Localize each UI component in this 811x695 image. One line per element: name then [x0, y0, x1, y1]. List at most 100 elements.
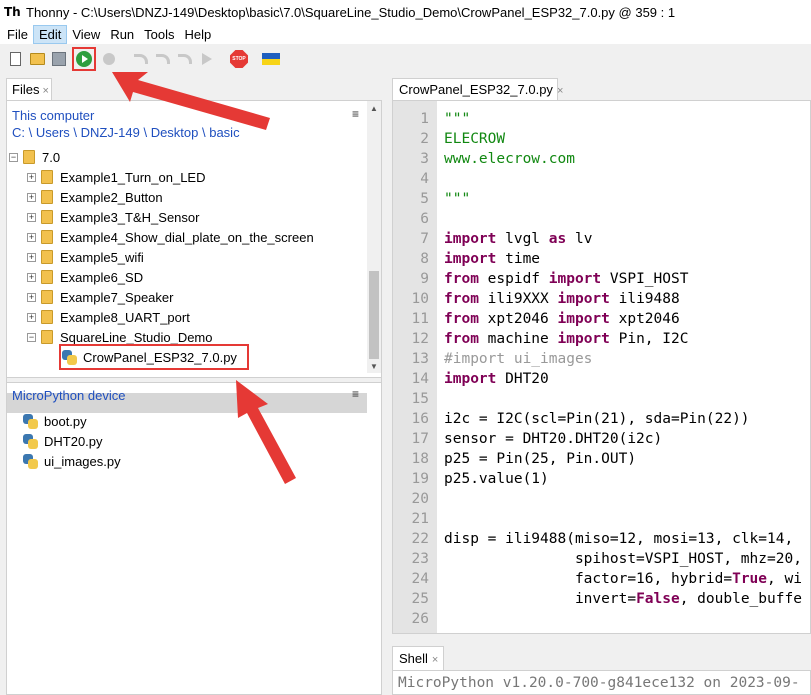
resume-icon[interactable] — [198, 50, 216, 68]
folder-icon — [23, 150, 35, 164]
code-line[interactable]: from ili9XXX import ili9488 — [444, 289, 680, 309]
tree-item[interactable]: + Example2_Button — [27, 187, 163, 207]
menu-file[interactable]: File — [2, 26, 33, 43]
tab-files-label: Files — [12, 82, 40, 97]
line-number: 16 — [411, 411, 429, 427]
code-line[interactable]: """ — [444, 189, 470, 209]
tab-shell[interactable]: Shell × — [392, 646, 444, 670]
toolbar: STOP — [0, 44, 811, 74]
line-number: 22 — [411, 531, 429, 547]
collapse-icon[interactable]: − — [27, 332, 36, 342]
code-line[interactable]: from machine import Pin, I2C — [444, 329, 688, 349]
menu-edit[interactable]: Edit — [32, 24, 68, 44]
stop-icon: STOP — [230, 50, 248, 68]
scroll-down-icon[interactable]: ▼ — [370, 362, 378, 371]
open-folder-icon[interactable] — [28, 50, 46, 68]
stop-button[interactable]: STOP — [230, 50, 248, 68]
menu-help[interactable]: Help — [180, 26, 217, 43]
device-file[interactable]: DHT20.py — [23, 431, 103, 451]
micropython-device-heading: MicroPython device — [12, 388, 126, 403]
tree-item-label: SquareLine_Studio_Demo — [60, 329, 213, 345]
code-line[interactable]: """ — [444, 109, 470, 129]
tree-item[interactable]: + Example4_Show_dial_plate_on_the_screen — [27, 227, 314, 247]
new-file-icon[interactable] — [6, 50, 24, 68]
expand-icon[interactable]: + — [27, 172, 36, 182]
step-into-icon[interactable] — [154, 50, 172, 68]
line-number: 25 — [411, 591, 429, 607]
device-file[interactable]: boot.py — [23, 411, 87, 431]
folder-icon — [41, 330, 53, 344]
code-line[interactable]: factor=16, hybrid=True, wi — [444, 569, 802, 589]
tree-item[interactable]: + Example6_SD — [27, 267, 143, 287]
menu-view[interactable]: View — [67, 26, 105, 43]
close-icon[interactable]: × — [42, 85, 48, 97]
panel-divider[interactable] — [7, 377, 381, 383]
collapse-icon[interactable]: − — [9, 152, 18, 162]
code-line[interactable]: ELECROW — [444, 129, 505, 149]
menu-tools[interactable]: Tools — [139, 26, 179, 43]
expand-icon[interactable]: + — [27, 212, 36, 222]
code-line[interactable]: import lvgl as lv — [444, 229, 592, 249]
editor-tab-label: CrowPanel_ESP32_7.0.py — [399, 82, 553, 97]
code-line[interactable]: from espidf import VSPI_HOST — [444, 269, 688, 289]
code-line[interactable]: disp = ili9488(miso=12, mosi=13, clk=14, — [444, 529, 793, 549]
expand-icon[interactable]: + — [27, 312, 36, 322]
debug-icon[interactable] — [100, 50, 118, 68]
expand-icon[interactable]: + — [27, 252, 36, 262]
shell-panel[interactable]: MicroPython v1.20.0-700-g841ece132 on 20… — [392, 670, 811, 695]
code-line[interactable]: #import ui_images — [444, 349, 592, 369]
tree-item[interactable]: + Example3_T&H_Sensor — [27, 207, 199, 227]
code-line[interactable]: import DHT20 — [444, 369, 549, 389]
folder-icon — [41, 250, 53, 264]
code-line[interactable]: from xpt2046 import xpt2046 — [444, 309, 680, 329]
folder-icon — [41, 190, 53, 204]
code-line[interactable]: p25 = Pin(25, Pin.OUT) — [444, 449, 636, 469]
tree-item-label: Example8_UART_port — [60, 309, 190, 325]
code-line[interactable]: import time — [444, 249, 540, 269]
code-line[interactable]: i2c = I2C(scl=Pin(21), sda=Pin(22)) — [444, 409, 750, 429]
line-number: 7 — [420, 231, 429, 247]
folder-icon — [41, 270, 53, 284]
tree-scrollbar[interactable]: ▲ ▼ — [367, 101, 381, 373]
folder-icon — [41, 170, 53, 184]
folder-icon — [41, 290, 53, 304]
expand-icon[interactable]: + — [27, 272, 36, 282]
folder-icon — [41, 310, 53, 324]
line-number: 12 — [411, 331, 429, 347]
code-line[interactable]: spihost=VSPI_HOST, mhz=20, — [444, 549, 802, 569]
close-icon[interactable]: × — [432, 654, 438, 666]
tree-item[interactable]: − 7.0 — [9, 147, 60, 167]
menu-bar: File Edit View Run Tools Help — [0, 24, 811, 44]
line-number: 19 — [411, 471, 429, 487]
line-number: 20 — [411, 491, 429, 507]
breadcrumb[interactable]: C: \ Users \ DNZJ-149 \ Desktop \ basic — [12, 125, 240, 140]
step-over-icon[interactable] — [132, 50, 150, 68]
close-icon[interactable]: × — [557, 85, 563, 97]
tree-item[interactable]: + Example1_Turn_on_LED — [27, 167, 206, 187]
panel-menu-icon[interactable]: ≡ — [352, 107, 359, 121]
scroll-thumb[interactable] — [369, 271, 379, 359]
expand-icon[interactable]: + — [27, 292, 36, 302]
tree-item[interactable]: + Example7_Speaker — [27, 287, 173, 307]
tab-files[interactable]: Files × — [6, 78, 52, 100]
run-button[interactable] — [72, 47, 96, 71]
ukraine-flag-icon[interactable] — [262, 50, 280, 68]
save-icon[interactable] — [50, 50, 68, 68]
code-line[interactable]: sensor = DHT20.DHT20(i2c) — [444, 429, 662, 449]
code-editor[interactable]: 1 """ 2 ELECROW 3 www.elecrow.com 4 5 """ 6 7 impor… — [392, 100, 811, 634]
expand-icon[interactable]: + — [27, 192, 36, 202]
tab-editor-file[interactable]: CrowPanel_ESP32_7.0.py × — [392, 78, 563, 100]
expand-icon[interactable]: + — [27, 232, 36, 242]
tree-item[interactable]: + Example5_wifi — [27, 247, 144, 267]
device-menu-icon[interactable]: ≡ — [352, 387, 359, 401]
line-number: 10 — [411, 291, 429, 307]
code-line[interactable]: p25.value(1) — [444, 469, 549, 489]
code-line[interactable]: www.elecrow.com — [444, 149, 575, 169]
device-file[interactable]: ui_images.py — [23, 451, 121, 471]
step-out-icon[interactable] — [176, 50, 194, 68]
scroll-up-icon[interactable]: ▲ — [370, 104, 378, 113]
menu-run[interactable]: Run — [105, 26, 139, 43]
code-line[interactable]: invert=False, double_buffe — [444, 589, 802, 609]
tree-item[interactable]: + Example8_UART_port — [27, 307, 190, 327]
line-number: 21 — [411, 511, 429, 527]
